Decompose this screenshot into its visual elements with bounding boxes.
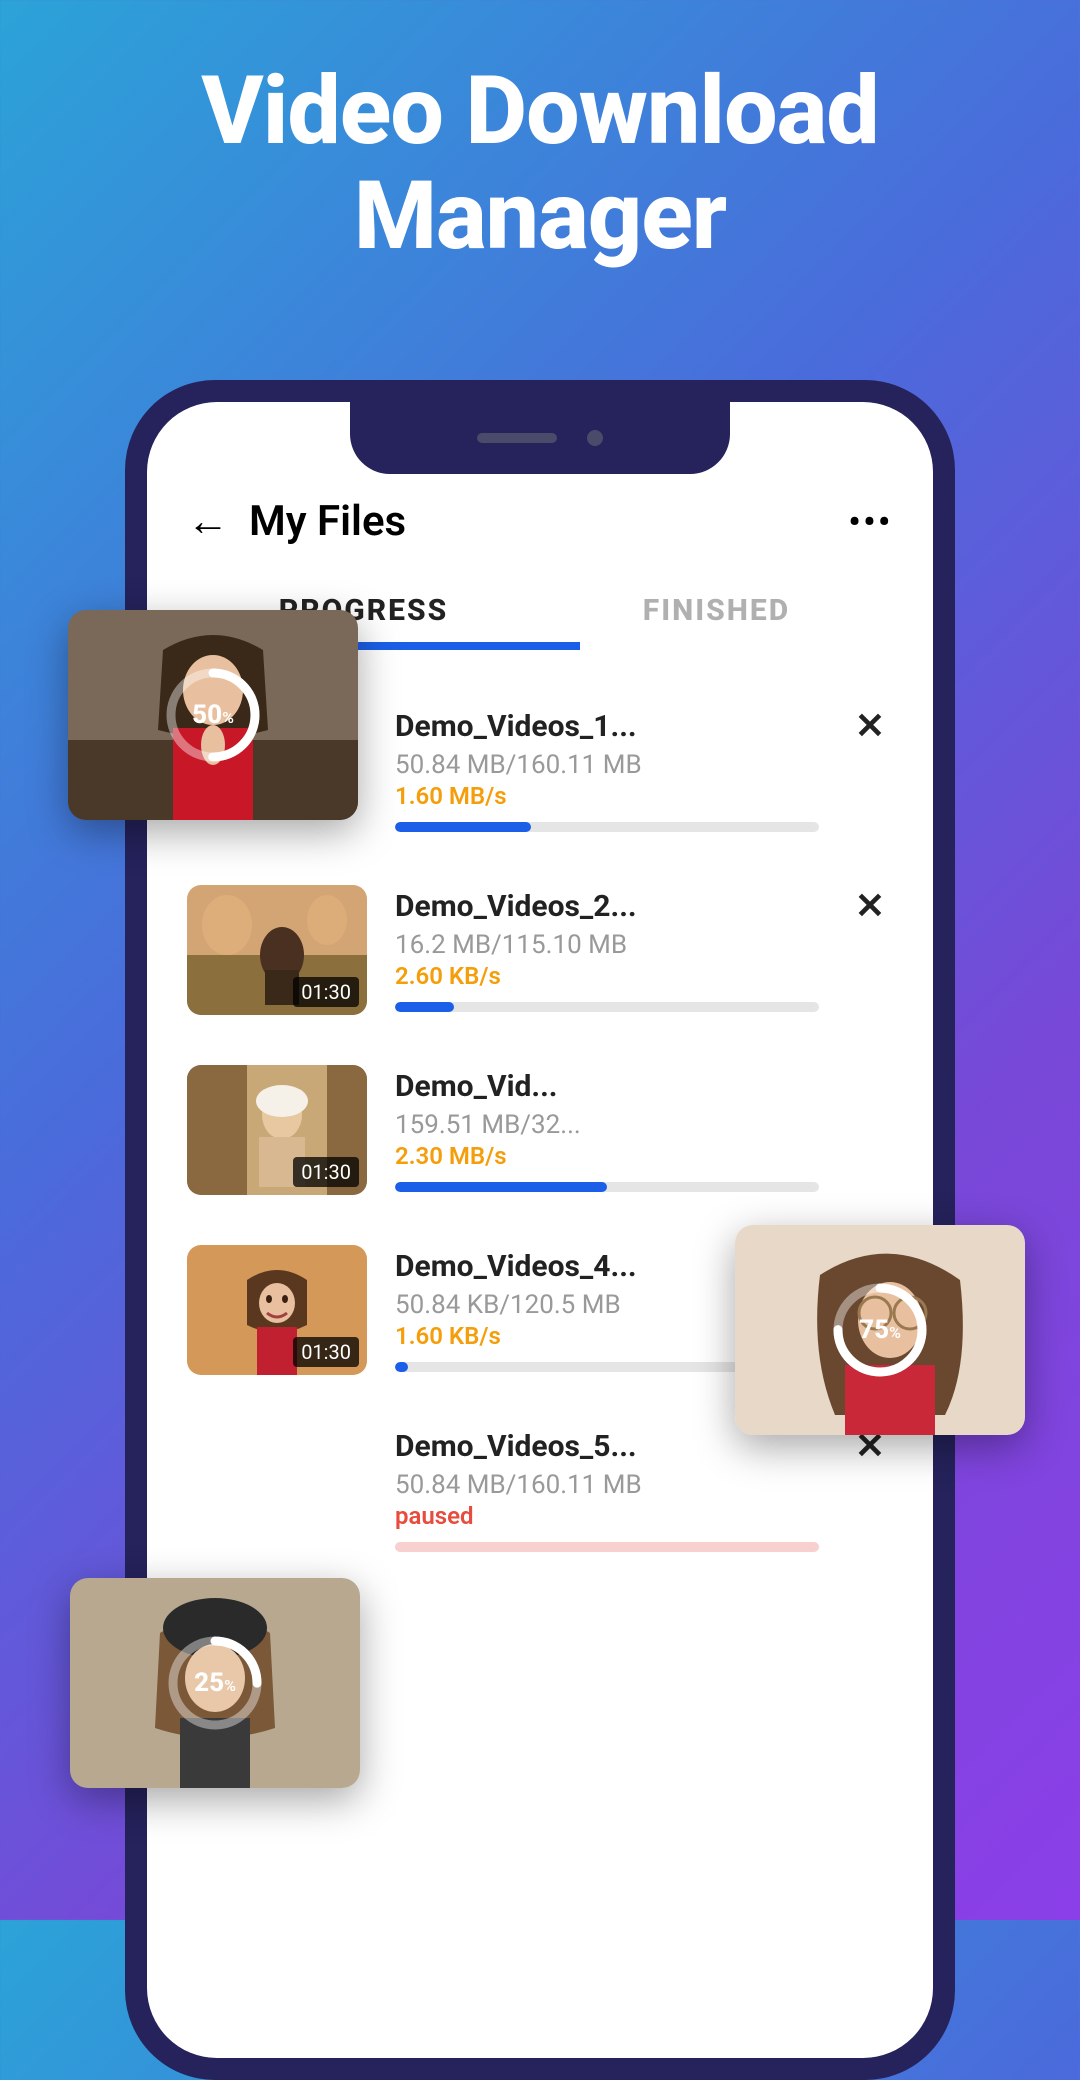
- back-icon[interactable]: ←: [187, 497, 229, 546]
- close-icon[interactable]: ✕: [847, 885, 893, 927]
- floating-thumbnail: 75%: [735, 1225, 1025, 1435]
- progress-bar: [395, 1182, 819, 1192]
- tab-finished[interactable]: FINISHED: [540, 571, 893, 650]
- progress-ring: 50%: [163, 665, 263, 765]
- item-speed: 2.30 MB/s: [395, 1142, 819, 1170]
- item-title: Demo_Vid...: [395, 1069, 819, 1104]
- item-size: 50.84 MB/160.11 MB: [395, 1470, 819, 1500]
- progress-ring: 75%: [830, 1280, 930, 1380]
- progress-bar: [395, 1002, 819, 1012]
- item-title: Demo_Videos_2...: [395, 889, 819, 924]
- item-title: Demo_Videos_1...: [395, 709, 819, 744]
- page-title: My Files: [249, 497, 828, 546]
- ring-percent: 25: [194, 1668, 224, 1698]
- duration-badge: 01:30: [293, 977, 359, 1007]
- item-size: 159.51 MB/32...: [395, 1110, 819, 1140]
- video-thumbnail[interactable]: 01:30: [187, 1245, 367, 1375]
- video-thumbnail[interactable]: 01:30: [187, 885, 367, 1015]
- ring-percent: 50: [192, 700, 222, 730]
- item-status-paused: paused: [395, 1502, 819, 1530]
- item-size: 50.84 MB/160.11 MB: [395, 750, 819, 780]
- floating-thumbnail: 25%: [70, 1578, 360, 1788]
- item-info: Demo_Videos_2... 16.2 MB/115.10 MB 2.60 …: [395, 885, 819, 1012]
- item-info: Demo_Videos_5... 50.84 MB/160.11 MB paus…: [395, 1425, 819, 1552]
- item-speed: 1.60 MB/s: [395, 782, 819, 810]
- item-speed: 2.60 KB/s: [395, 962, 819, 990]
- video-thumbnail[interactable]: 01:30: [187, 1065, 367, 1195]
- download-item[interactable]: 01:30 Demo_Videos_2... 16.2 MB/115.10 MB…: [187, 860, 893, 1040]
- progress-bar: [395, 822, 819, 832]
- close-icon[interactable]: ✕: [847, 705, 893, 747]
- ring-percent: 75: [859, 1315, 889, 1345]
- duration-badge: 01:30: [293, 1337, 359, 1367]
- progress-ring: 25%: [165, 1633, 265, 1733]
- promo-headline: Video Download Manager: [0, 0, 1080, 309]
- duration-badge: 01:30: [293, 1157, 359, 1187]
- phone-notch: [350, 402, 730, 474]
- download-item[interactable]: 01:30 Demo_Vid... 159.51 MB/32... 2.30 M…: [187, 1040, 893, 1220]
- item-size: 16.2 MB/115.10 MB: [395, 930, 819, 960]
- floating-thumbnail: 50%: [68, 610, 358, 820]
- item-info: Demo_Videos_1... 50.84 MB/160.11 MB 1.60…: [395, 705, 819, 832]
- item-info: Demo_Vid... 159.51 MB/32... 2.30 MB/s: [395, 1065, 819, 1192]
- more-icon[interactable]: •••: [848, 503, 893, 541]
- progress-bar: [395, 1542, 819, 1552]
